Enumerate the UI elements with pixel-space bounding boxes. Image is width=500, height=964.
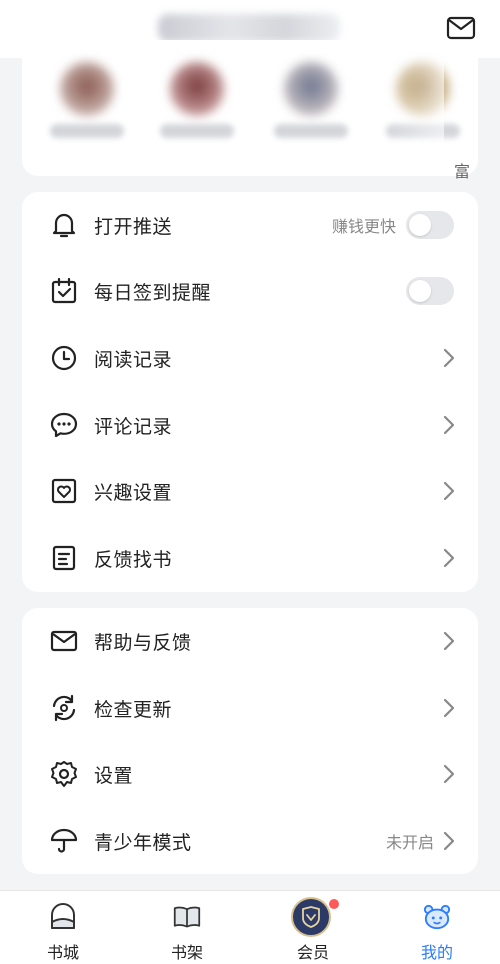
- tab-label: 书城: [46, 943, 79, 962]
- fade-overlay: [384, 40, 444, 176]
- avatar[interactable]: [170, 62, 224, 116]
- row-label: 青少年模式: [94, 831, 192, 854]
- gear-icon: [50, 760, 78, 788]
- clock-icon: [50, 344, 78, 372]
- tab-label: 会员: [296, 943, 329, 962]
- bottom-tab-bar: 书城 书架 会员 我的: [0, 890, 500, 964]
- blurred-username: [158, 14, 340, 42]
- avatar-name: [274, 124, 348, 138]
- avatar-name: [50, 124, 124, 138]
- row-label: 每日签到提醒: [94, 281, 212, 304]
- bell-icon: [50, 211, 78, 239]
- home-icon: [49, 903, 77, 931]
- refresh-icon: [50, 694, 78, 722]
- row-label: 打开推送: [94, 215, 173, 238]
- tab-bookshelf[interactable]: 书架: [142, 891, 232, 964]
- row-help-feedback[interactable]: 帮助与反馈: [22, 608, 478, 674]
- row-label: 阅读记录: [94, 348, 173, 371]
- row-label: 检查更新: [94, 698, 173, 721]
- settings-list-secondary: 帮助与反馈 检查更新 设置 青少年模式 未开启: [22, 608, 478, 874]
- row-settings[interactable]: 设置: [22, 741, 478, 807]
- tab-membership[interactable]: 会员: [268, 891, 358, 964]
- chevron-right-icon: [442, 481, 456, 501]
- row-label: 反馈找书: [94, 548, 173, 571]
- chevron-right-icon: [442, 348, 456, 368]
- row-label: 评论记录: [94, 415, 173, 438]
- row-comment-history[interactable]: 评论记录: [22, 392, 478, 458]
- mail-icon: [50, 627, 78, 655]
- row-feedback-find-book[interactable]: 反馈找书: [22, 525, 478, 591]
- push-toggle[interactable]: [406, 211, 454, 239]
- chevron-right-icon: [442, 698, 456, 718]
- row-signin-reminder[interactable]: 每日签到提醒: [22, 258, 478, 324]
- signin-reminder-toggle[interactable]: [406, 277, 454, 305]
- push-hint: 赚钱更快: [331, 217, 396, 236]
- avatar[interactable]: [60, 62, 114, 116]
- chevron-right-icon: [442, 764, 456, 784]
- tab-label: 我的: [420, 943, 453, 962]
- tab-bookstore[interactable]: 书城: [18, 891, 108, 964]
- teen-mode-status: 未开启: [385, 833, 434, 852]
- message-button[interactable]: [444, 14, 478, 42]
- mail-icon: [446, 16, 476, 40]
- row-label: 兴趣设置: [94, 481, 173, 504]
- toggle-knob: [409, 280, 431, 302]
- bear-icon: [423, 903, 451, 931]
- row-push-notifications[interactable]: 打开推送 赚钱更快: [22, 192, 478, 258]
- notification-dot: [329, 899, 339, 909]
- document-icon: [50, 544, 78, 572]
- heart-frame-icon: [50, 477, 78, 505]
- chevron-right-icon: [442, 415, 456, 435]
- chevron-right-icon: [442, 831, 456, 851]
- row-interest-settings[interactable]: 兴趣设置: [22, 458, 478, 524]
- settings-list-primary: 打开推送 赚钱更快 每日签到提醒 阅读记录 评论记录 兴趣设置 反馈找书: [22, 192, 478, 592]
- avatar-name: [160, 124, 234, 138]
- row-label: 设置: [94, 764, 134, 787]
- chevron-right-icon: [442, 631, 456, 651]
- comment-icon: [50, 411, 78, 439]
- book-icon: [173, 903, 201, 931]
- chevron-right-icon: [442, 548, 456, 568]
- umbrella-icon: [50, 827, 78, 855]
- calendar-check-icon: [50, 277, 78, 305]
- avatar[interactable]: [284, 62, 338, 116]
- tab-mine[interactable]: 我的: [392, 891, 482, 964]
- tab-label: 书架: [170, 943, 203, 962]
- avatar-name-fragment: 富: [454, 162, 471, 181]
- recent-readers-card: 富: [22, 40, 478, 181]
- row-check-update[interactable]: 检查更新: [22, 675, 478, 741]
- vip-badge-icon: [291, 897, 331, 937]
- row-reading-history[interactable]: 阅读记录: [22, 325, 478, 391]
- row-teen-mode[interactable]: 青少年模式 未开启: [22, 808, 478, 874]
- toggle-knob: [409, 214, 431, 236]
- row-label: 帮助与反馈: [94, 631, 192, 654]
